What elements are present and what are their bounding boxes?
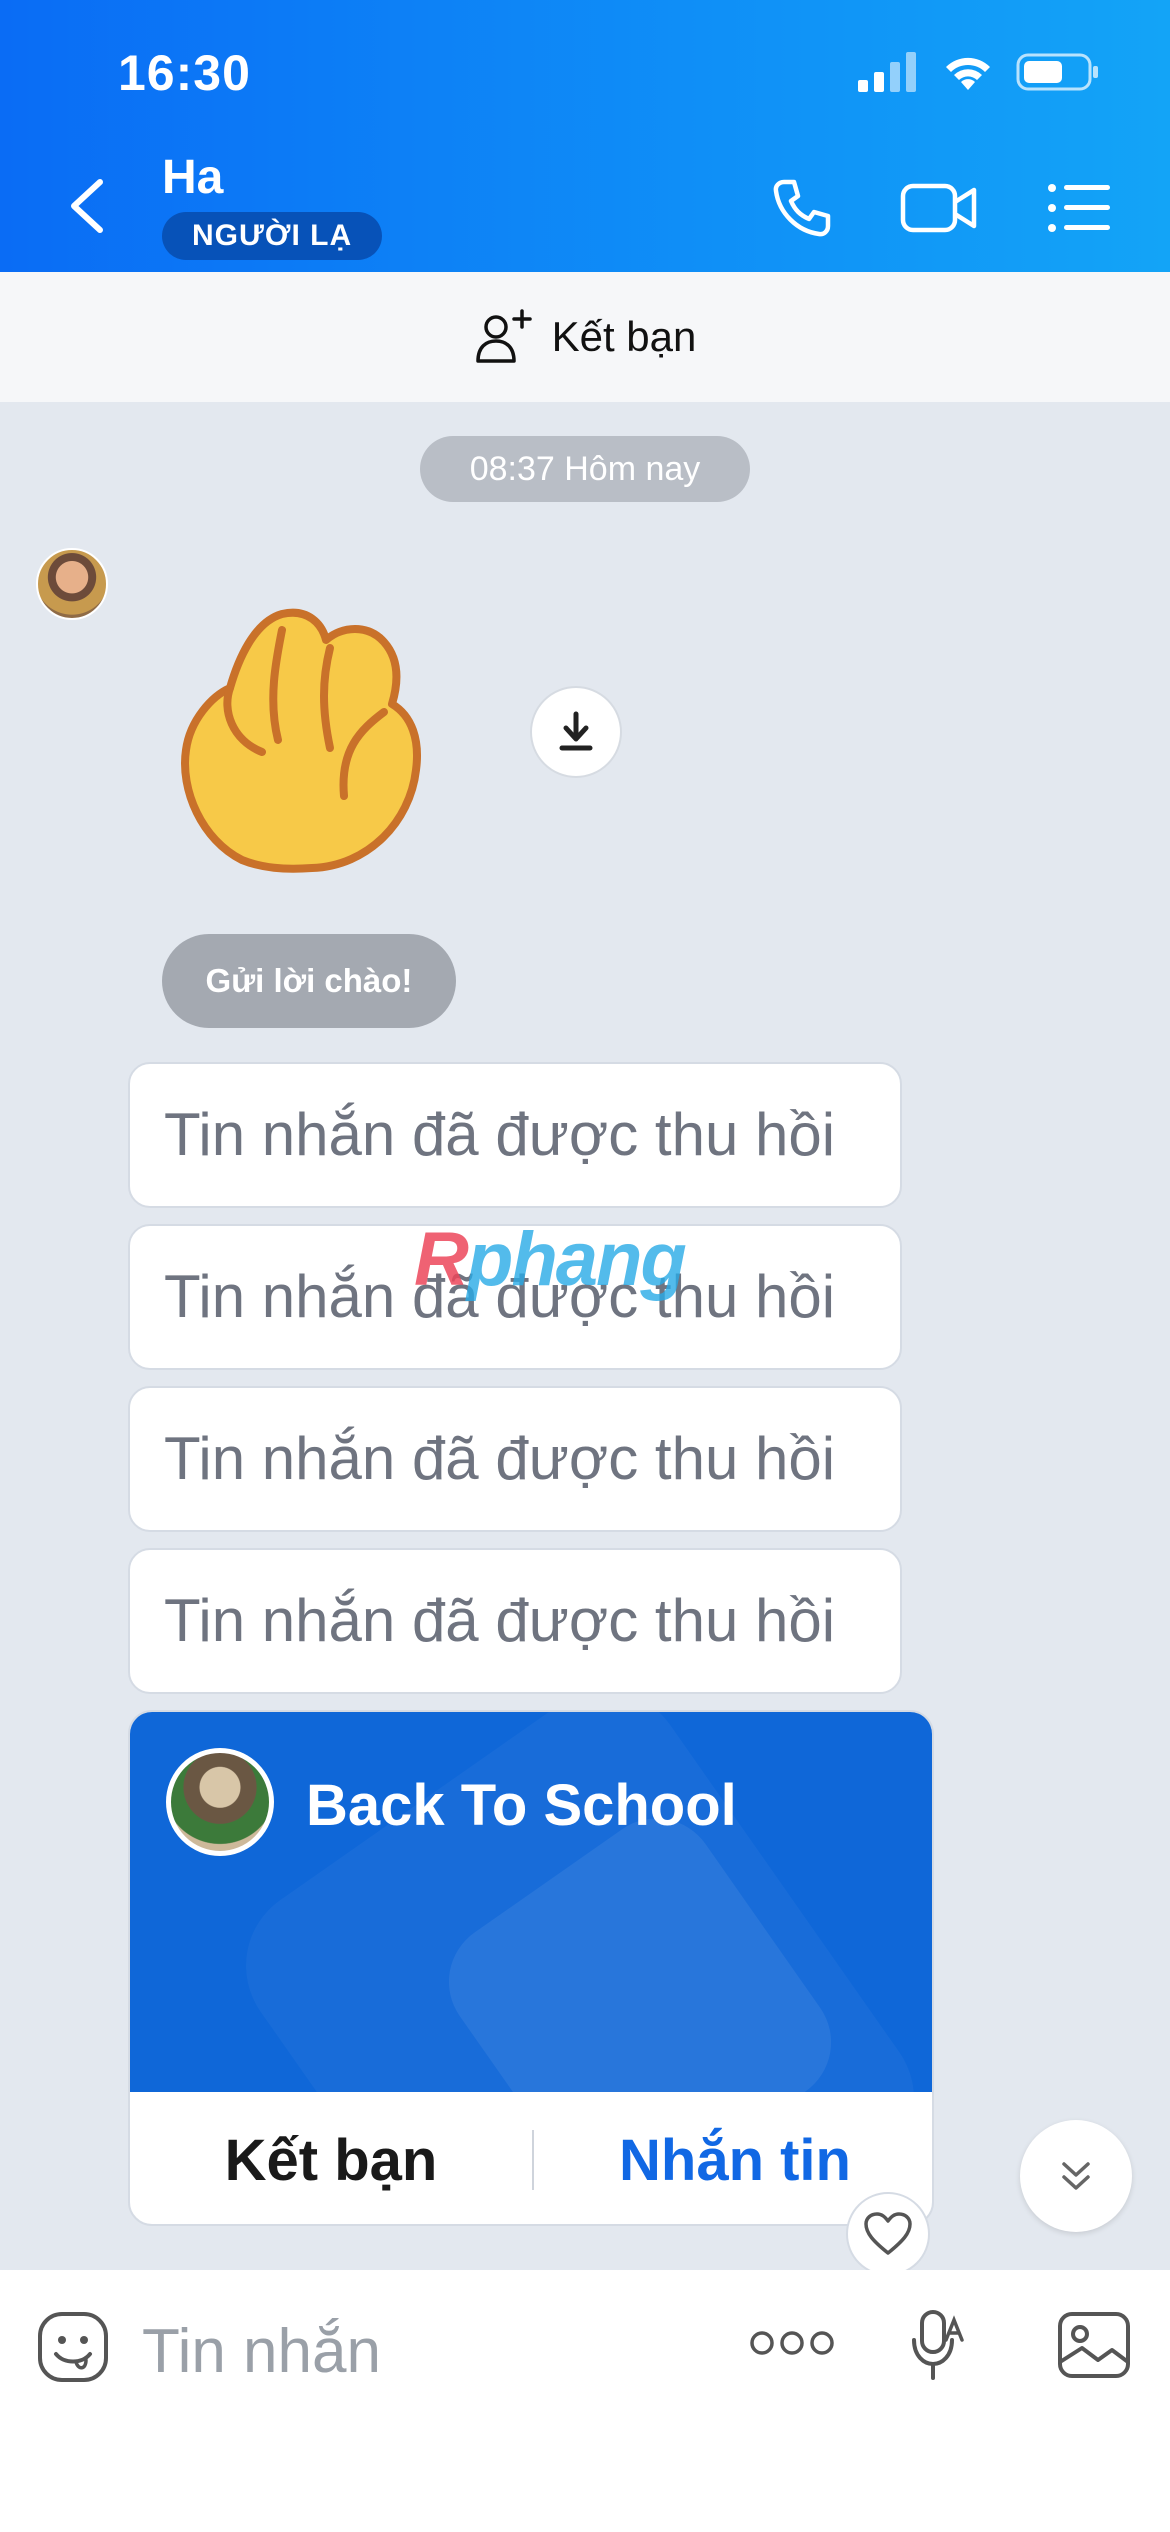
- greeting-label[interactable]: Gửi lời chào!: [162, 934, 456, 1028]
- message-input[interactable]: Tin nhắn: [142, 2316, 381, 2387]
- watermark-part1: R: [414, 1217, 469, 1302]
- timestamp-pill: 08:37 Hôm nay: [420, 436, 750, 502]
- card-message-button[interactable]: Nhắn tin: [534, 2127, 932, 2194]
- status-time: 16:30: [118, 45, 251, 101]
- contact-name[interactable]: Ha: [162, 150, 223, 205]
- menu-list-icon[interactable]: [1046, 176, 1112, 240]
- watermark-part2: phang: [466, 1217, 687, 1302]
- card-add-friend-button[interactable]: Kết bạn: [130, 2127, 532, 2194]
- avatar[interactable]: [36, 548, 108, 620]
- more-options-icon[interactable]: [750, 2328, 834, 2358]
- scroll-to-bottom-button[interactable]: [1020, 2120, 1132, 2232]
- contact-card[interactable]: Back To School Kết bạn Nhắn tin: [128, 1710, 934, 2226]
- card-title: Back To School: [306, 1773, 737, 1838]
- cellular-signal-icon: [858, 52, 916, 92]
- card-banner: Back To School: [130, 1712, 932, 2092]
- voice-to-text-icon[interactable]: [908, 2306, 968, 2386]
- add-user-icon: [475, 309, 532, 363]
- status-icons: [858, 52, 1100, 92]
- react-heart-button[interactable]: [846, 2192, 930, 2276]
- chat-header: 16:30 Ha NGƯỜI LẠ: [0, 0, 1170, 272]
- double-chevron-down-icon: [1062, 2162, 1090, 2190]
- recalled-message[interactable]: Tin nhắn đã được thu hồi: [128, 1062, 902, 1208]
- card-avatar: [166, 1748, 274, 1856]
- battery-icon: [1016, 53, 1098, 91]
- back-icon[interactable]: [64, 176, 114, 236]
- phone-icon[interactable]: [770, 176, 834, 240]
- recalled-message[interactable]: Tin nhắn đã được thu hồi: [128, 1548, 902, 1694]
- video-call-icon[interactable]: [900, 176, 978, 240]
- stranger-badge: NGƯỜI LẠ: [162, 212, 383, 260]
- message-input-bar: Tin nhắn: [0, 2270, 1170, 2532]
- card-actions: Kết bạn Nhắn tin: [130, 2092, 932, 2224]
- download-icon: [559, 711, 593, 751]
- image-gallery-icon[interactable]: [1056, 2310, 1132, 2380]
- waving-hand-sticker[interactable]: [172, 600, 452, 880]
- sticker-emoji-icon[interactable]: [36, 2310, 110, 2384]
- download-button[interactable]: [530, 686, 622, 778]
- watermark: Rphang: [414, 1216, 687, 1303]
- heart-icon: [864, 2212, 912, 2255]
- add-friend-label: Kết bạn: [551, 313, 697, 360]
- add-friend-bar[interactable]: Kết bạn: [0, 272, 1170, 402]
- recalled-message[interactable]: Tin nhắn đã được thu hồi: [128, 1386, 902, 1532]
- wifi-icon: [946, 57, 990, 90]
